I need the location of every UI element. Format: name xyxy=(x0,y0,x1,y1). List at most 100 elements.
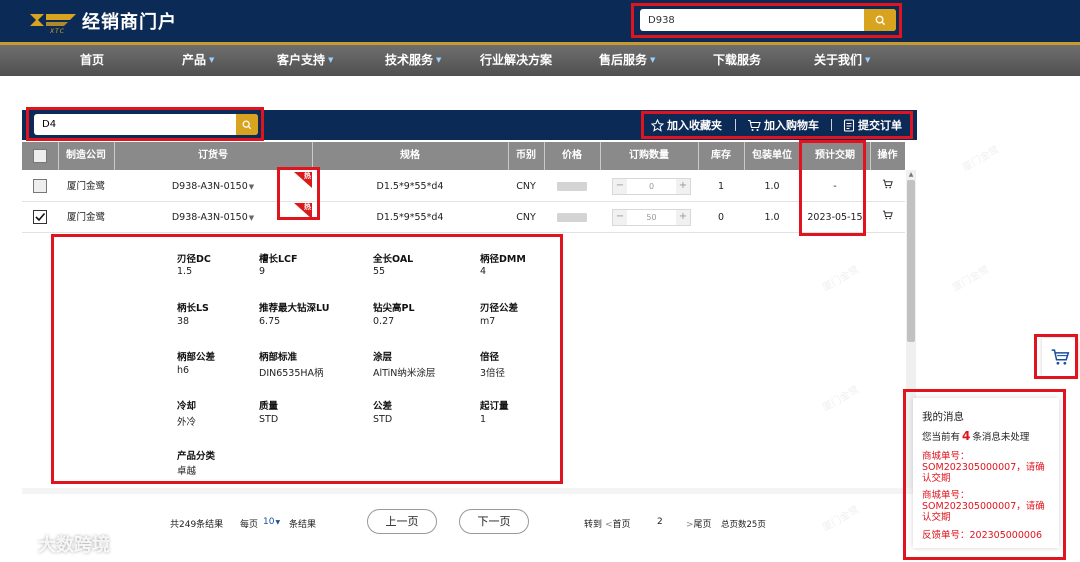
nav-item-downloads[interactable]: 下载服务 xyxy=(713,45,761,76)
unread-count: 4 xyxy=(962,429,971,443)
first-page-link[interactable]: <首页 xyxy=(605,517,631,530)
order-code-input[interactable] xyxy=(42,114,222,135)
document-icon xyxy=(843,118,855,132)
row-cart-button[interactable] xyxy=(870,171,905,202)
nav-item-support[interactable]: 客户支持 ▼ xyxy=(277,45,333,76)
cart-icon xyxy=(1051,349,1070,365)
check-icon xyxy=(35,212,46,222)
nav-item-home[interactable]: 首页 xyxy=(80,45,104,76)
quantity-stepper[interactable]: − 0 + xyxy=(612,178,691,195)
message-count: 您当前有 4 条消息未处理 xyxy=(922,429,1029,443)
nav-item-about[interactable]: 关于我们 ▼ xyxy=(814,45,870,76)
spec-name: 柄长LS xyxy=(177,303,209,314)
nav-label: 技术服务 xyxy=(385,53,434,67)
spec-name: 刃径DC xyxy=(177,254,211,265)
next-page-button[interactable]: 下一页 xyxy=(459,509,529,534)
spec-value: m7 xyxy=(480,316,496,327)
column-divider xyxy=(114,142,115,170)
current-page[interactable]: 2 xyxy=(657,517,663,527)
last-page-link[interactable]: >尾页 xyxy=(686,517,712,530)
chevron-down-icon: ▼ xyxy=(328,56,334,64)
nav-item-aftersales[interactable]: 售后服务 ▼ xyxy=(599,45,655,76)
spec-name: 柄部标准 xyxy=(259,352,298,363)
total-results: 共249条结果 xyxy=(170,520,224,530)
decrease-button[interactable]: − xyxy=(613,179,627,194)
increase-button[interactable]: + xyxy=(676,210,690,225)
order-code-search-button[interactable] xyxy=(236,114,258,135)
column-header: 制造公司 xyxy=(66,150,106,161)
price-hidden xyxy=(557,213,587,222)
spec-value: STD xyxy=(373,414,393,425)
select-all-checkbox[interactable] xyxy=(33,149,47,163)
order-no-cell[interactable]: D938-A3N-0150▼ xyxy=(114,171,312,202)
message-item[interactable]: 商城单号：SOM202305000007，请确认交期 xyxy=(922,451,1050,484)
chevron-down-icon: ▼ xyxy=(436,56,442,64)
column-divider xyxy=(698,142,699,170)
delivery-cell: - xyxy=(833,181,837,192)
spec-value: AlTiN纳米涂层 xyxy=(373,368,436,379)
top-search-input[interactable] xyxy=(648,9,858,31)
decrease-button[interactable]: − xyxy=(613,210,627,225)
row-cart-button[interactable] xyxy=(870,202,905,233)
logo[interactable]: XTC xyxy=(28,8,78,36)
message-item[interactable]: 商城单号：SOM202305000007，请确认交期 xyxy=(922,490,1050,523)
bg-watermark: 厦门金鹭 xyxy=(960,144,1002,174)
hot-flag-badge: 热 xyxy=(294,203,312,219)
chevron-down-icon: ▼ xyxy=(275,519,281,526)
column-divider xyxy=(600,142,601,170)
spec-value: 9 xyxy=(259,266,266,277)
currency-cell: CNY xyxy=(516,212,536,223)
order-no-text: D938-A3N-0150 xyxy=(171,181,248,192)
floating-cart-button[interactable] xyxy=(1042,338,1078,376)
message-item[interactable]: 反馈单号：202305000006 xyxy=(922,530,1050,541)
scrollbar-thumb[interactable] xyxy=(907,180,915,342)
column-header: 操作 xyxy=(877,150,898,161)
hot-flag-text: 热 xyxy=(304,203,311,211)
hot-flag-text: 热 xyxy=(304,172,311,180)
scroll-up-arrow-icon[interactable]: ▲ xyxy=(906,170,916,180)
column-header: 价格 xyxy=(562,150,582,161)
portal-title: 经销商门户 xyxy=(82,12,177,33)
divider xyxy=(735,119,736,131)
count-suffix: 条消息未处理 xyxy=(972,432,1030,443)
bg-watermark: 厦门金鹭 xyxy=(950,264,992,294)
increase-button[interactable]: + xyxy=(676,179,690,194)
logo-text: XTC xyxy=(50,28,65,35)
chevron-down-icon: ▼ xyxy=(865,56,871,64)
price-cell xyxy=(544,202,600,233)
per-page-select[interactable]: 10▼ xyxy=(263,517,280,527)
nav-item-tech[interactable]: 技术服务 ▼ xyxy=(385,45,441,76)
spec-name: 涂层 xyxy=(373,352,393,363)
spec-value: h6 xyxy=(177,365,190,376)
prev-page-button[interactable]: 上一页 xyxy=(367,509,437,534)
cart-label: 加入购物车 xyxy=(764,119,819,132)
table-header: 制造公司 订货号 规格 币别 价格 订购数量 库存 包装单位 预计交期 操作 xyxy=(22,142,905,170)
quantity-value[interactable]: 50 xyxy=(627,210,676,225)
spec-name: 产品分类 xyxy=(177,451,216,462)
spec-name: 全长OAL xyxy=(373,254,414,265)
spec-name: 公差 xyxy=(373,401,393,412)
per-page-suffix: 条结果 xyxy=(289,520,317,530)
top-search-button[interactable] xyxy=(864,9,896,31)
order-no-cell[interactable]: D938-A3N-0150▼ xyxy=(114,202,312,233)
main-nav: 首页 产品 ▼ 客户支持 ▼ 技术服务 ▼ 行业解决方案 售后服务 ▼ 下载服务 关于我… xyxy=(0,45,1080,76)
submit-order-button[interactable]: 提交订单 xyxy=(843,117,902,133)
stock-cell: 1 xyxy=(717,181,725,192)
goto-label: 转到 xyxy=(584,520,603,530)
spec-name: 倍径 xyxy=(480,352,500,363)
add-to-favorites-button[interactable]: 加入收藏夹 xyxy=(651,117,722,133)
nav-label: 关于我们 xyxy=(814,53,863,67)
row-checkbox[interactable] xyxy=(33,210,47,224)
quantity-stepper[interactable]: − 50 + xyxy=(612,209,691,226)
spec-value: 4 xyxy=(480,266,487,277)
total-pages: 总页数25页 xyxy=(721,520,766,530)
watermark: 大数跨境 xyxy=(8,531,110,557)
spec-value: DIN6535HA柄 xyxy=(259,368,324,379)
quantity-value[interactable]: 0 xyxy=(627,179,676,194)
row-checkbox[interactable] xyxy=(33,179,47,193)
nav-item-products[interactable]: 产品 ▼ xyxy=(182,45,214,76)
nav-item-solutions[interactable]: 行业解决方案 xyxy=(480,45,552,76)
hot-flag-badge: 热 xyxy=(294,172,312,188)
column-header: 订货号 xyxy=(198,150,228,161)
add-to-cart-button[interactable]: 加入购物车 xyxy=(747,117,819,133)
